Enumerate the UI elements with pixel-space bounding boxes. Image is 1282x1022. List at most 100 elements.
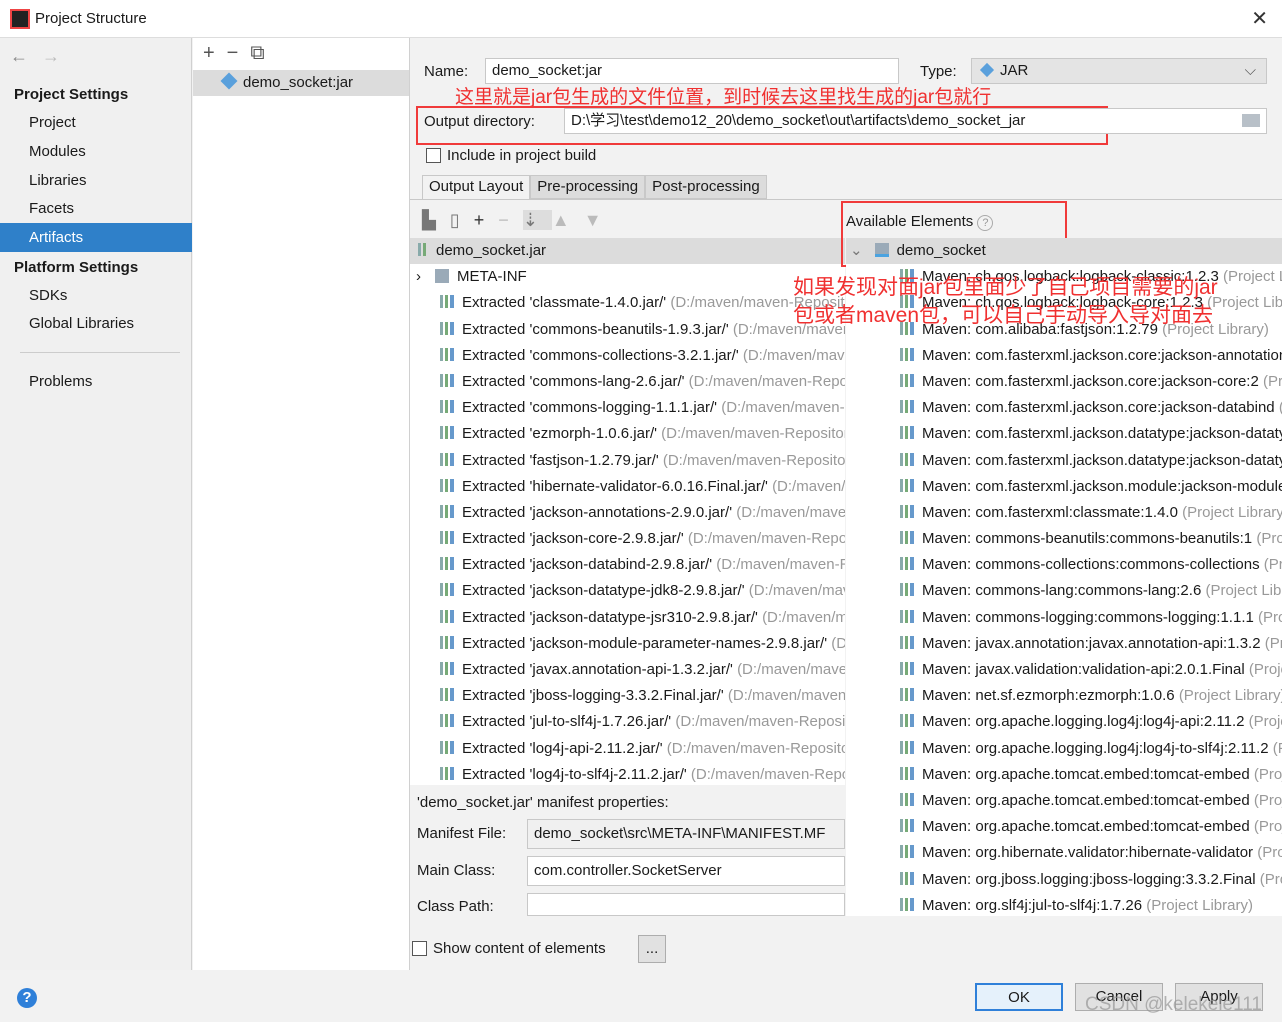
extracted-jar-icon — [440, 714, 454, 728]
layout-item[interactable]: Extracted 'commons-collections-3.2.1.jar… — [410, 343, 845, 369]
layout-item[interactable]: Extracted 'log4j-to-slf4j-2.11.2.jar/' (… — [410, 762, 845, 785]
layout-item[interactable]: Extracted 'commons-logging-1.1.1.jar/' (… — [410, 395, 845, 421]
layout-item[interactable]: Extracted 'jackson-annotations-2.9.0.jar… — [410, 500, 845, 526]
show-content-checkbox[interactable]: Show content of elements — [412, 940, 606, 957]
sidebar-item-facets[interactable]: Facets — [0, 194, 192, 223]
close-button[interactable]: ✕ — [1251, 6, 1268, 31]
layout-item[interactable]: Extracted 'jboss-logging-3.3.2.Final.jar… — [410, 683, 845, 709]
chevron-down-icon: ⌄ — [850, 242, 863, 259]
sidebar-item-global-libraries[interactable]: Global Libraries — [0, 309, 192, 338]
library-icon — [900, 583, 914, 597]
sidebar-item-sdks[interactable]: SDKs — [0, 281, 192, 310]
available-item[interactable]: Maven: com.fasterxml.jackson.datatype:ja… — [846, 448, 1282, 474]
available-item[interactable]: Maven: org.apache.logging.log4j:log4j-ap… — [846, 709, 1282, 735]
library-icon — [900, 557, 914, 571]
extracted-jar-icon — [440, 504, 454, 518]
sort-icon[interactable]: ⇣ — [522, 210, 552, 230]
sidebar-item-libraries[interactable]: Libraries — [0, 166, 192, 195]
layout-item[interactable]: Extracted 'jackson-databind-2.9.8.jar/' … — [410, 552, 845, 578]
jar-icon — [220, 72, 238, 90]
available-item[interactable]: Maven: javax.validation:validation-api:2… — [846, 657, 1282, 683]
extracted-jar-icon — [440, 557, 454, 571]
main-class-input[interactable]: com.controller.SocketServer — [527, 856, 845, 886]
manifest-file-label: Manifest File: — [417, 825, 507, 842]
new-folder-icon[interactable]: ▙ — [422, 210, 450, 230]
name-label: Name: — [424, 63, 469, 80]
include-in-build-checkbox[interactable]: Include in project build — [426, 147, 596, 164]
layout-item[interactable]: Extracted 'commons-beanutils-1.9.3.jar/'… — [410, 317, 845, 343]
layout-item[interactable]: Extracted 'jackson-module-parameter-name… — [410, 631, 845, 657]
move-up-icon[interactable]: ▲ — [552, 210, 584, 230]
available-item[interactable]: Maven: com.fasterxml.jackson.core:jackso… — [846, 369, 1282, 395]
tree-root[interactable]: demo_socket.jar — [410, 238, 845, 265]
available-item[interactable]: Maven: com.fasterxml.jackson.datatype:ja… — [846, 421, 1282, 447]
chevron-right-icon: › — [416, 268, 421, 286]
available-item[interactable]: Maven: org.jboss.logging:jboss-logging:3… — [846, 867, 1282, 893]
tab-output-layout[interactable]: Output Layout — [422, 175, 531, 199]
available-item[interactable]: Maven: com.fasterxml:classmate:1.4.0 (Pr… — [846, 500, 1282, 526]
project-settings-heading: Project Settings — [14, 86, 129, 103]
available-root[interactable]: ⌄ demo_socket — [846, 238, 1282, 265]
more-button[interactable]: ... — [638, 935, 666, 963]
layout-item[interactable]: Extracted 'jackson-core-2.9.8.jar/' (D:/… — [410, 526, 845, 552]
tab-post-processing[interactable]: Post-processing — [645, 175, 767, 199]
tab-bar: Output Layout Pre-processing Post-proces… — [410, 175, 1282, 200]
sidebar-item-artifacts[interactable]: Artifacts — [0, 223, 192, 252]
library-icon — [900, 871, 914, 885]
available-item[interactable]: Maven: org.apache.tomcat.embed:tomcat-em… — [846, 762, 1282, 788]
layout-item[interactable]: Extracted 'jackson-datatype-jsr310-2.9.8… — [410, 605, 845, 631]
sidebar-item-problems[interactable]: Problems — [0, 367, 192, 396]
output-directory-input[interactable]: D:\学习\test\demo12_20\demo_socket\out\art… — [564, 108, 1267, 134]
layout-item[interactable]: Extracted 'classmate-1.4.0.jar/' (D:/mav… — [410, 290, 845, 316]
tree-item-meta-inf[interactable]: › META-INF — [410, 264, 845, 290]
class-path-input[interactable] — [527, 893, 845, 916]
layout-item[interactable]: Extracted 'log4j-api-2.11.2.jar/' (D:/ma… — [410, 736, 845, 762]
layout-item[interactable]: Extracted 'commons-lang-2.6.jar/' (D:/ma… — [410, 369, 845, 395]
jar-icon — [418, 243, 428, 256]
available-item[interactable]: Maven: org.slf4j:jul-to-slf4j:1.7.26 (Pr… — [846, 893, 1282, 916]
output-directory-label: Output directory: — [424, 113, 535, 130]
layout-item[interactable]: Extracted 'jackson-datatype-jdk8-2.9.8.j… — [410, 578, 845, 604]
back-arrow-icon[interactable]: ← — [10, 46, 28, 67]
forward-arrow-icon[interactable]: → — [42, 46, 60, 67]
jar-icon — [979, 62, 995, 78]
layout-item[interactable]: Extracted 'ezmorph-1.0.6.jar/' (D:/maven… — [410, 421, 845, 447]
layout-item[interactable]: Extracted 'fastjson-1.2.79.jar/' (D:/mav… — [410, 448, 845, 474]
available-item[interactable]: Maven: commons-logging:commons-logging:1… — [846, 605, 1282, 631]
add-icon[interactable]: + — [474, 210, 499, 230]
name-input[interactable]: demo_socket:jar — [485, 58, 899, 84]
library-icon — [900, 714, 914, 728]
ok-button[interactable]: OK — [975, 983, 1063, 1011]
sidebar: ← → Project Settings Project Modules Lib… — [0, 38, 192, 970]
available-item[interactable]: Maven: org.hibernate.validator:hibernate… — [846, 840, 1282, 866]
available-item[interactable]: Maven: commons-beanutils:commons-beanuti… — [846, 526, 1282, 552]
remove-icon[interactable]: − — [498, 210, 523, 230]
available-item[interactable]: Maven: org.apache.logging.log4j:log4j-to… — [846, 736, 1282, 762]
available-item[interactable]: Maven: org.apache.tomcat.embed:tomcat-em… — [846, 814, 1282, 840]
artifact-item[interactable]: demo_socket:jar — [193, 70, 409, 96]
available-item[interactable]: Maven: com.fasterxml.jackson.core:jackso… — [846, 343, 1282, 369]
artifact-toolbar[interactable]: +−⧉ — [203, 42, 277, 65]
available-item[interactable]: Maven: com.fasterxml.jackson.core:jackso… — [846, 395, 1282, 421]
available-item[interactable]: Maven: javax.annotation:javax.annotation… — [846, 631, 1282, 657]
sidebar-item-modules[interactable]: Modules — [0, 137, 192, 166]
sidebar-item-project[interactable]: Project — [0, 108, 192, 137]
extracted-jar-icon — [440, 662, 454, 675]
layout-item[interactable]: Extracted 'hibernate-validator-6.0.16.Fi… — [410, 474, 845, 500]
available-item[interactable]: Maven: commons-lang:commons-lang:2.6 (Pr… — [846, 578, 1282, 604]
available-item[interactable]: Maven: org.apache.tomcat.embed:tomcat-em… — [846, 788, 1282, 814]
layout-item[interactable]: Extracted 'jul-to-slf4j-1.7.26.jar/' (D:… — [410, 709, 845, 735]
available-item[interactable]: Maven: commons-collections:commons-colle… — [846, 552, 1282, 578]
tab-pre-processing[interactable]: Pre-processing — [530, 175, 646, 199]
folder-icon[interactable] — [1242, 114, 1260, 127]
manifest-file-input[interactable]: demo_socket\src\META-INF\MANIFEST.MF — [527, 819, 845, 849]
library-icon — [900, 662, 914, 675]
type-select[interactable]: JAR ⌵ — [971, 58, 1267, 84]
library-icon — [900, 897, 914, 911]
help-button[interactable]: ? — [17, 988, 37, 1008]
layout-item[interactable]: Extracted 'javax.annotation-api-1.3.2.ja… — [410, 657, 845, 683]
available-item[interactable]: Maven: net.sf.ezmorph:ezmorph:1.0.6 (Pro… — [846, 683, 1282, 709]
available-item[interactable]: Maven: com.fasterxml.jackson.module:jack… — [846, 474, 1282, 500]
jar-add-icon[interactable]: ▯ — [450, 210, 474, 230]
move-down-icon[interactable]: ▼ — [584, 210, 616, 230]
